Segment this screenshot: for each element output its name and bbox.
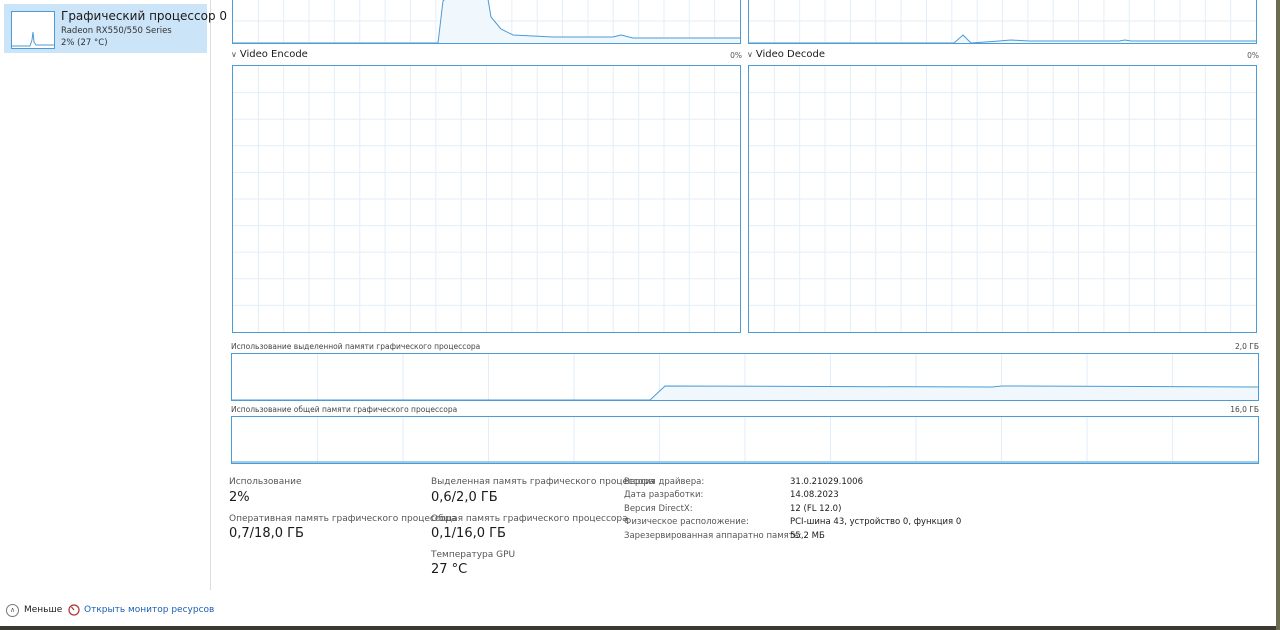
footer: ∧ Меньше Открыть монитор ресурсов bbox=[0, 596, 1280, 624]
graph-top-left bbox=[232, 0, 741, 44]
prop-label: Версия DirectX: bbox=[624, 504, 693, 514]
prop-value: 12 (FL 12.0) bbox=[790, 504, 842, 514]
prop-label: Дата разработки: bbox=[624, 490, 704, 500]
video-decode-graph bbox=[748, 65, 1257, 333]
prop-value: PCI-шина 43, устройство 0, функция 0 bbox=[790, 517, 962, 527]
gpu-ram-value: 0,7/18,0 ГБ bbox=[229, 526, 304, 541]
prop-value: 55,2 МБ bbox=[790, 531, 825, 541]
usage-value: 2% bbox=[229, 490, 250, 505]
open-resource-monitor-link[interactable]: Открыть монитор ресурсов bbox=[68, 602, 214, 618]
chevron-down-icon: ∨ bbox=[231, 50, 237, 59]
gpu-usage: 2% (27 °C) bbox=[61, 38, 108, 48]
resource-monitor-icon bbox=[68, 604, 80, 616]
video-decode-title[interactable]: ∨ Video Decode bbox=[747, 49, 825, 60]
dedicated-memory-label: Использование выделенной памяти графичес… bbox=[231, 342, 481, 351]
dedicated-value: 0,6/2,0 ГБ bbox=[431, 490, 498, 505]
gpu-ram-label: Оперативная память графического процессо… bbox=[229, 514, 457, 524]
desktop-background-edge bbox=[0, 626, 1280, 630]
prop-value: 14.08.2023 bbox=[790, 490, 839, 500]
shared-memory-max: 16,0 ГБ bbox=[1230, 405, 1259, 414]
gpu-title: Графический процессор 0 bbox=[61, 9, 228, 23]
shared-memory-label: Использование общей памяти графического … bbox=[231, 405, 458, 414]
task-manager-gpu-page: Графический процессор 0 Radeon RX550/550… bbox=[0, 0, 1280, 630]
prop-label: Зарезервированная аппаратно память: bbox=[624, 531, 802, 541]
gpu-model: Radeon RX550/550 Series bbox=[61, 26, 172, 36]
prop-label: Физическое расположение: bbox=[624, 517, 749, 527]
fewer-details-button[interactable]: ∧ Меньше bbox=[6, 602, 62, 618]
temperature-label: Температура GPU bbox=[431, 550, 516, 560]
shared-memory-graph bbox=[231, 416, 1259, 464]
dedicated-memory-max: 2,0 ГБ bbox=[1234, 342, 1259, 351]
temperature-value: 27 °C bbox=[431, 562, 468, 577]
shared-label: Общая память графического процессора bbox=[431, 514, 628, 524]
gpu-thumbnail-graph bbox=[11, 11, 55, 49]
desktop-background-edge bbox=[1276, 0, 1280, 630]
prop-value: 31.0.21029.1006 bbox=[790, 477, 864, 487]
shared-value: 0,1/16,0 ГБ bbox=[431, 526, 506, 541]
dedicated-label: Выделенная память графического процессор… bbox=[431, 477, 655, 487]
video-decode-percent: 0% bbox=[1247, 51, 1259, 60]
sidebar: Графический процессор 0 Radeon RX550/550… bbox=[0, 0, 227, 590]
dedicated-memory-graph bbox=[231, 353, 1259, 401]
video-encode-graph bbox=[232, 65, 741, 333]
chevron-up-icon: ∧ bbox=[6, 603, 19, 617]
usage-label: Использование bbox=[229, 477, 302, 487]
video-encode-title[interactable]: ∨ Video Encode bbox=[231, 49, 308, 60]
graph-top-right bbox=[748, 0, 1257, 44]
chevron-down-icon: ∨ bbox=[747, 50, 753, 59]
sidebar-item-gpu0[interactable]: Графический процессор 0 Radeon RX550/550… bbox=[4, 4, 227, 53]
video-encode-percent: 0% bbox=[730, 51, 742, 60]
prop-label: Версия драйвера: bbox=[624, 477, 705, 487]
